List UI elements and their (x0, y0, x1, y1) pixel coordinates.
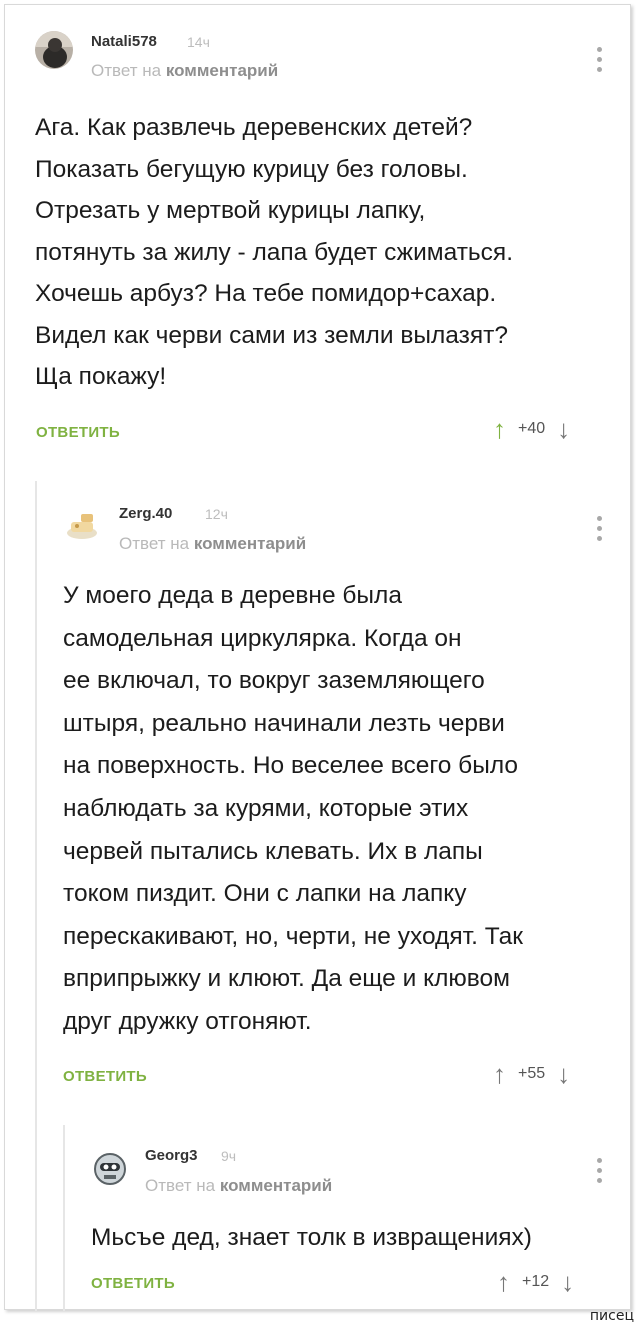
arrow-down-icon[interactable]: ↓ (557, 416, 570, 442)
reply-target-link[interactable]: комментарий (194, 534, 306, 553)
vote-controls: ↑ +55 ↓ (493, 1061, 570, 1087)
reply-prefix: Ответ на (119, 534, 190, 553)
more-dots-icon[interactable] (597, 1158, 603, 1188)
comment-line: Хочешь арбуз? На тебе помидор+сахар. (35, 280, 497, 307)
comment-thread: Natali578 14ч Ответ на комментарий Ага. … (4, 4, 631, 1311)
comment-line: Отрезать у мертвой курицы лапку, (35, 197, 426, 224)
comment-line: Ага. Как развлечь деревенских детей? (35, 114, 473, 141)
username[interactable]: Georg3 (145, 1147, 198, 1164)
comment-line: ее включал, то вокруг заземляющего (63, 667, 485, 695)
comment-time: 9ч (221, 1148, 237, 1164)
comment-line: перескакивают, но, черти, не уходят. Так (63, 922, 523, 950)
vote-controls: ↑ +40 ↓ (493, 416, 570, 442)
thread-line (35, 481, 37, 1311)
avatar[interactable] (91, 1149, 129, 1187)
arrow-up-icon[interactable]: ↑ (493, 1061, 506, 1087)
comment-body: Мьсъе дед, знает толк в извращениях) (91, 1217, 532, 1259)
vote-score: +55 (518, 1065, 546, 1082)
comment-time: 14ч (187, 34, 210, 50)
reply-prefix: Ответ на (145, 1176, 216, 1195)
user-avatar-icon (35, 31, 73, 69)
username[interactable]: Zerg.40 (119, 505, 172, 522)
comment-line: Мьсъе дед, знает толк в извращениях) (91, 1224, 532, 1251)
more-dots-icon[interactable] (597, 47, 603, 77)
reply-button[interactable]: ОТВЕТИТЬ (63, 1068, 147, 1085)
comment-line: Ща покажу! (35, 363, 167, 390)
comment-body: Ага. Как развлечь деревенских детей? Пок… (35, 107, 513, 398)
comment-line: Показать бегущую курицу без головы. (35, 155, 468, 183)
more-dots-icon[interactable] (597, 516, 603, 546)
reply-button[interactable]: ОТВЕТИТЬ (36, 424, 120, 441)
arrow-down-icon[interactable]: ↓ (557, 1061, 570, 1087)
avatar[interactable] (63, 505, 101, 543)
reply-target-link[interactable]: комментарий (166, 61, 278, 80)
comment-line: У моего деда в деревне была (63, 582, 402, 609)
comment-line: штыря, реально начинали лезть черви (63, 709, 505, 737)
thread-line (63, 1125, 65, 1311)
arrow-up-icon[interactable]: ↑ (497, 1269, 510, 1295)
arrow-up-icon[interactable]: ↑ (493, 416, 506, 442)
vote-score: +40 (518, 420, 546, 437)
arrow-down-icon[interactable]: ↓ (561, 1269, 574, 1295)
comment-line: червей пытались клевать. Их в лапы (63, 837, 483, 865)
reply-target-link[interactable]: комментарий (220, 1176, 332, 1195)
user-avatar-icon (63, 505, 101, 543)
comment-line: наблюдать за курями, которые этих (63, 794, 469, 822)
reply-context: Ответ на комментарий (119, 534, 306, 554)
vote-score: +12 (522, 1273, 550, 1290)
comment-line: друг дружку отгоняют. (63, 1007, 312, 1035)
comment-line: током пиздит. Они с лапки на лапку (63, 880, 467, 908)
comment-line: самодельная циркулярка. Когда он (63, 624, 462, 652)
comment-body: У моего деда в деревне была самодельная … (63, 575, 523, 1044)
reply-context: Ответ на комментарий (145, 1176, 332, 1196)
reply-prefix: Ответ на (91, 61, 162, 80)
avatar[interactable] (35, 31, 73, 69)
comment-line: Видел как черви сами из земли вылазят? (35, 321, 508, 349)
reply-context: Ответ на комментарий (91, 61, 278, 81)
comment-line: потянуть за жилу - лапа будет сжиматься. (35, 238, 514, 266)
comment-time: 12ч (205, 506, 228, 522)
watermark: писец (589, 1308, 634, 1324)
comment-line: вприпрыжку и клюют. Да еще и клювом (63, 965, 510, 993)
user-avatar-icon (91, 1149, 129, 1187)
username[interactable]: Natali578 (91, 33, 157, 50)
reply-button[interactable]: ОТВЕТИТЬ (91, 1275, 175, 1292)
vote-controls: ↑ +12 ↓ (497, 1269, 574, 1295)
comment-line: на поверхность. Но веселее всего было (63, 752, 519, 780)
